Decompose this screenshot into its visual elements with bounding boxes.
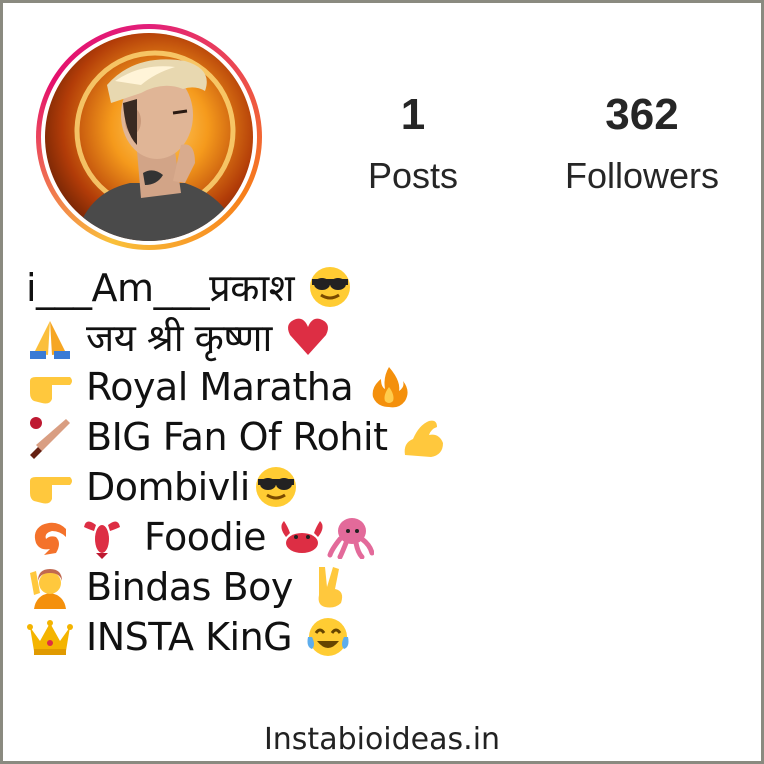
avatar-image <box>45 33 253 241</box>
shrimp-icon <box>26 515 74 559</box>
bio-text: Bindas Boy <box>86 565 293 609</box>
sunglasses-face-icon <box>306 265 354 309</box>
followers-stat[interactable]: 362 Followers <box>540 90 744 198</box>
bio-line: Bindas Boy <box>26 562 726 612</box>
crab-icon <box>278 515 326 559</box>
bio-line: जय श्री कृष्णा <box>26 312 726 362</box>
profile-bio: i___Am___प्रकाश जय श्री कृष्णा Royal Mar… <box>26 262 726 662</box>
sunglasses-face-icon <box>252 465 300 509</box>
bio-text: INSTA KinG <box>86 615 293 659</box>
folded-hands-icon <box>26 315 74 359</box>
bio-line: BIG Fan Of Rohit <box>26 412 726 462</box>
pointing-right-icon <box>26 465 74 509</box>
octopus-icon <box>326 515 375 560</box>
tears-of-joy-face-icon <box>304 615 352 659</box>
followers-count: 362 <box>605 90 679 139</box>
bio-text: BIG Fan Of Rohit <box>86 415 388 459</box>
bio-line: i___Am___प्रकाश <box>26 262 726 312</box>
lobster-icon <box>78 515 126 559</box>
red-heart-icon <box>284 315 332 359</box>
bio-line: INSTA KinG <box>26 612 726 662</box>
bio-text: i___Am___प्रकाश <box>26 266 295 310</box>
flexed-biceps-icon <box>399 415 447 459</box>
watermark-text: Instabioideas.in <box>263 722 501 757</box>
profile-avatar[interactable] <box>36 24 266 254</box>
fire-icon <box>365 365 413 409</box>
bio-line: Dombivli <box>26 462 726 512</box>
bio-line: Royal Maratha <box>26 362 726 412</box>
person-raising-hand-icon <box>26 565 74 609</box>
followers-label: Followers <box>564 155 720 196</box>
bio-text: Foodie <box>144 515 267 559</box>
cricket-bat-icon <box>26 415 74 459</box>
posts-count: 1 <box>400 90 426 139</box>
bio-line: Foodie <box>26 512 726 562</box>
bio-text: जय श्री कृष्णा <box>86 316 272 360</box>
victory-hand-icon <box>305 565 353 609</box>
posts-stat[interactable]: 1 Posts <box>350 90 476 198</box>
bio-text: Royal Maratha <box>86 365 354 409</box>
crown-icon <box>26 615 74 659</box>
pointing-right-icon <box>26 365 74 409</box>
posts-label: Posts <box>367 155 459 196</box>
bio-text: Dombivli <box>86 465 250 509</box>
